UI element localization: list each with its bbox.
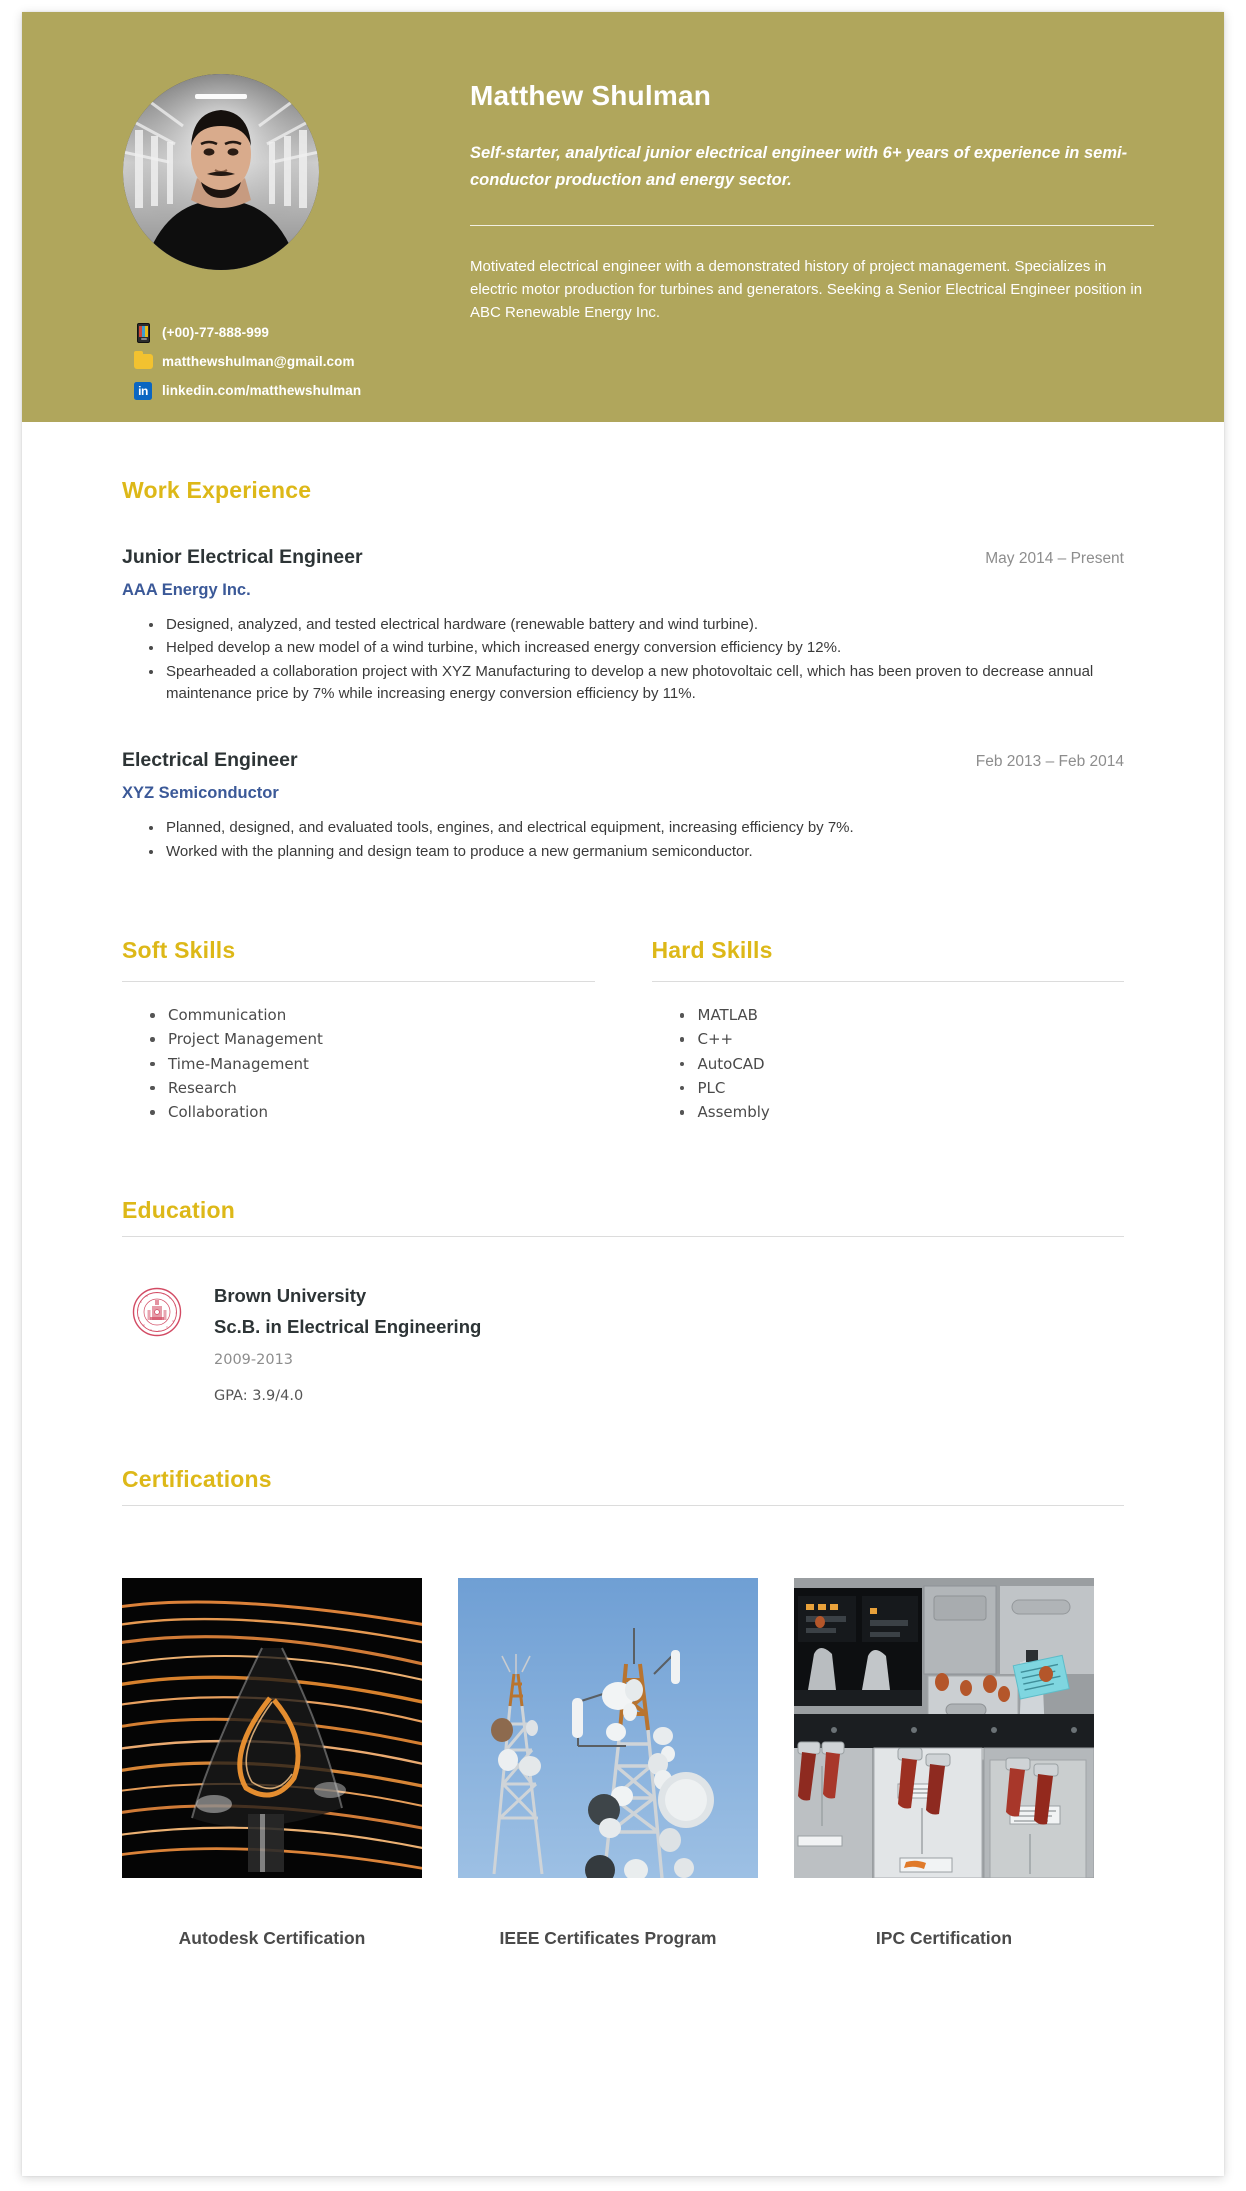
hard-skills-divider <box>651 981 1124 983</box>
resume-body: Work Experience Junior Electrical Engine… <box>22 477 1224 1949</box>
phone-icon <box>132 322 154 344</box>
job-bullet: Planned, designed, and evaluated tools, … <box>148 817 1124 839</box>
certification-label: IPC Certification <box>875 1927 1013 1948</box>
list-item: Time-Management <box>150 1052 595 1076</box>
linkedin-icon: in <box>132 380 154 402</box>
section-heading-certifications: Certifications <box>122 1465 272 1492</box>
job-bullets: Planned, designed, and evaluated tools, … <box>122 817 1124 863</box>
phone-value: (+00)-77-888-999 <box>162 325 270 340</box>
section-heading-soft-skills: Soft Skills <box>122 937 236 964</box>
job-entry: Electrical Engineer Feb 2013 – Feb 2014 … <box>122 749 1124 863</box>
education-years: 2009-2013 <box>214 1351 294 1368</box>
education-entry: Brown University Sc.B. in Electrical Eng… <box>122 1285 1124 1404</box>
job-entry: Junior Electrical Engineer May 2014 – Pr… <box>122 546 1124 705</box>
job-bullet: Spearheaded a collaboration project with… <box>148 661 1124 706</box>
school-name: Brown University <box>214 1284 367 1306</box>
folder-icon <box>132 350 154 373</box>
certification-card[interactable]: Autodesk Certification <box>122 1577 422 1949</box>
email-value: matthewshulman@gmail.com <box>162 354 355 369</box>
job-bullet: Designed, analyzed, and tested electrica… <box>148 614 1124 636</box>
header-main-column: Matthew Shulman Self-starter, analytical… <box>470 12 1160 325</box>
header-divider <box>470 225 1154 227</box>
certification-label: Autodesk Certification <box>178 1927 366 1948</box>
equipment-panels-photo <box>794 1577 1094 1878</box>
header-summary: Motivated electrical engineer with a dem… <box>470 258 1143 322</box>
resume-page: (+00)-77-888-999 matthewshulman@gmail.co… <box>22 12 1224 2176</box>
header-photo-column: (+00)-77-888-999 matthewshulman@gmail.co… <box>77 12 377 422</box>
section-hard-skills: Hard Skills MATLAB C++ AutoCAD PLC Assem… <box>651 937 1125 1124</box>
list-item: C++ <box>679 1027 1125 1051</box>
certification-label: IEEE Certificates Program <box>499 1927 717 1948</box>
list-item: AutoCAD <box>679 1052 1125 1076</box>
linkedin-value: linkedin.com/matthewshulman <box>162 383 362 398</box>
list-item: Assembly <box>679 1100 1125 1124</box>
job-bullets: Designed, analyzed, and tested electrica… <box>122 614 1124 705</box>
education-details: Brown University Sc.B. in Electrical Eng… <box>214 1285 481 1404</box>
hard-skills-list: MATLAB C++ AutoCAD PLC Assembly <box>652 1003 1125 1124</box>
list-item: Project Management <box>150 1027 595 1051</box>
light-trails-photo <box>122 1577 422 1878</box>
section-heading-work-experience: Work Experience <box>122 477 312 503</box>
list-item: Communication <box>150 1003 595 1027</box>
section-skills: Soft Skills Communication Project Manage… <box>122 937 1124 1124</box>
certifications-divider <box>122 1504 1124 1506</box>
section-soft-skills: Soft Skills Communication Project Manage… <box>122 937 595 1124</box>
job-dates: May 2014 – Present <box>985 550 1124 567</box>
university-seal-icon <box>132 1287 182 1337</box>
telecom-towers-photo <box>458 1577 758 1878</box>
job-company: XYZ Semiconductor <box>122 784 279 803</box>
certifications-grid: Autodesk Certification IEEE Certificates… <box>122 1577 1124 1949</box>
degree-name: Sc.B. in Electrical Engineering <box>214 1315 482 1337</box>
job-company: AAA Energy Inc. <box>122 581 251 599</box>
section-education: Education Brown University Sc.B. in Elec… <box>122 1197 1124 1404</box>
section-heading-education: Education <box>122 1196 235 1223</box>
job-bullet: Worked with the planning and design team… <box>148 841 1124 863</box>
list-item: PLC <box>679 1076 1125 1100</box>
page-title: Matthew Shulman <box>470 80 712 111</box>
job-dates: Feb 2013 – Feb 2014 <box>975 753 1124 771</box>
job-header: Junior Electrical Engineer May 2014 – Pr… <box>122 546 1124 569</box>
section-heading-hard-skills: Hard Skills <box>651 937 773 964</box>
list-item: Research <box>150 1076 595 1100</box>
avatar <box>123 74 319 270</box>
section-certifications: Certifications Autodesk Certification IE… <box>122 1466 1124 1949</box>
soft-skills-list: Communication Project Management Time-Ma… <box>122 1003 595 1124</box>
job-header: Electrical Engineer Feb 2013 – Feb 2014 <box>122 749 1124 772</box>
list-item: Collaboration <box>150 1100 595 1124</box>
education-gpa: GPA: 3.9/4.0 <box>214 1387 304 1404</box>
section-work-experience: Work Experience Junior Electrical Engine… <box>122 477 1124 863</box>
list-item: MATLAB <box>679 1003 1125 1027</box>
soft-skills-divider <box>122 981 595 983</box>
header-tagline: Self-starter, analytical junior electric… <box>470 144 1128 189</box>
contact-phone[interactable]: (+00)-77-888-999 <box>132 320 432 345</box>
job-title: Junior Electrical Engineer <box>122 546 363 568</box>
resume-header: (+00)-77-888-999 matthewshulman@gmail.co… <box>22 12 1224 422</box>
certification-card[interactable]: IPC Certification <box>794 1577 1094 1949</box>
contact-linkedin[interactable]: in linkedin.com/matthewshulman <box>132 378 432 403</box>
contact-list: (+00)-77-888-999 matthewshulman@gmail.co… <box>132 320 432 407</box>
contact-email[interactable]: matthewshulman@gmail.com <box>132 349 432 374</box>
certification-card[interactable]: IEEE Certificates Program <box>458 1577 758 1949</box>
linkedin-glyph: in <box>134 381 152 400</box>
job-bullet: Helped develop a new model of a wind tur… <box>148 637 1124 659</box>
job-title: Electrical Engineer <box>122 749 298 772</box>
education-divider <box>122 1235 1124 1237</box>
